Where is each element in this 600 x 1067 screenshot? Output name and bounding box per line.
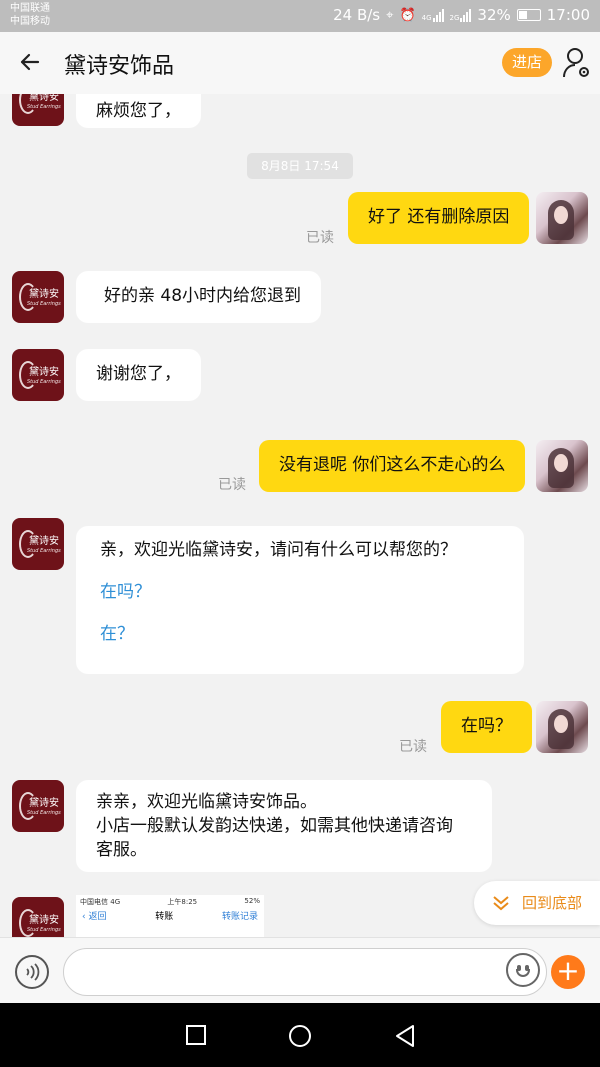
system-nav-bar xyxy=(0,1003,600,1067)
message-text: 好了 还有删除原因 xyxy=(368,207,510,227)
shop-avatar[interactable]: 黛诗安 Stud Earrings xyxy=(12,897,64,937)
alarm-icon: ⏰ xyxy=(399,7,416,23)
message-line: 客服。 xyxy=(96,840,147,860)
carrier-2: 中国移动 xyxy=(10,16,50,27)
shop-avatar[interactable]: 黛诗安 Stud Earrings xyxy=(12,518,64,570)
preview-records: 转账记录 xyxy=(221,912,258,922)
shop-avatar-name: 黛诗安 xyxy=(29,367,59,378)
enter-shop-button[interactable]: 进店 xyxy=(502,48,552,77)
user-settings-icon[interactable] xyxy=(562,46,592,80)
scroll-to-bottom-label: 回到底部 xyxy=(522,894,583,912)
shop-avatar-name: 黛诗安 xyxy=(29,94,59,103)
shop-avatar[interactable]: 黛诗安 Stud Earrings xyxy=(12,349,64,401)
status-bar: 中国联通 中国移动 24 B/s ⌖ ⏰ 4G 2G 32% 17:00 xyxy=(0,0,600,32)
shop-message[interactable]: 麻烦您了， xyxy=(76,94,201,128)
home-icon[interactable] xyxy=(289,1025,311,1047)
preview-carrier: 中国电信 4G xyxy=(80,898,121,906)
shop-welcome-card: 亲，欢迎光临黛诗安，请问有什么可以帮您的？ 在吗？ 在？ xyxy=(76,526,524,674)
carrier-1: 中国联通 xyxy=(10,3,50,14)
read-receipt: 已读 xyxy=(218,477,246,493)
shop-avatar-name: 黛诗安 xyxy=(29,536,59,547)
shop-avatar-subtitle: Stud Earrings xyxy=(27,548,61,554)
net-type-1: 4G xyxy=(421,14,432,22)
plus-more-icon[interactable]: + xyxy=(551,955,585,989)
message-input[interactable] xyxy=(63,948,547,996)
shop-avatar[interactable]: 黛诗安 Stud Earrings xyxy=(12,780,64,832)
page-title: 黛诗安饰品 xyxy=(64,54,175,79)
shop-avatar-name: 黛诗安 xyxy=(29,289,59,300)
shop-avatar-name: 黛诗安 xyxy=(29,915,59,926)
back-arrow-icon[interactable] xyxy=(14,46,46,78)
time-chip: 8月8日 17:54 xyxy=(247,153,353,179)
user-avatar[interactable] xyxy=(536,440,588,492)
back-triangle-icon[interactable] xyxy=(394,1024,416,1052)
voice-input-icon[interactable] xyxy=(15,955,49,989)
quick-question-link[interactable]: 在吗？ xyxy=(100,580,500,604)
shop-message[interactable]: 好的亲 48小时内给您退到 xyxy=(76,271,322,323)
status-icons: 24 B/s ⌖ ⏰ 4G 2G 32% 17:00 xyxy=(333,6,590,24)
shop-avatar-subtitle: Stud Earrings xyxy=(27,379,61,385)
shop-avatar[interactable]: 黛诗安 Stud Earrings xyxy=(12,271,64,323)
my-message[interactable]: 没有退呢 你们这么不走心的么 xyxy=(259,440,526,492)
preview-battery: 52% xyxy=(244,897,260,905)
double-chevron-down-icon xyxy=(492,895,510,914)
message-text: 在吗？ xyxy=(461,716,512,736)
preview-nav: ‹ 返回 转账 转账记录 xyxy=(76,905,264,926)
read-receipt: 已读 xyxy=(399,739,427,755)
location-icon: ⌖ xyxy=(386,7,394,23)
message-text: 没有退呢 你们这么不走心的么 xyxy=(279,455,506,475)
preview-status-bar: 中国电信 4G 上午8:25 52% xyxy=(76,895,264,906)
shop-message[interactable]: 亲亲，欢迎光临黛诗安饰品。 小店一般默认发韵达快递，如需其他快递请咨询 客服。 xyxy=(76,780,492,872)
recents-icon[interactable] xyxy=(186,1025,206,1045)
preview-title: 转账 xyxy=(155,912,174,922)
shop-avatar-subtitle: Stud Earrings xyxy=(27,104,61,110)
shop-avatar-subtitle: Stud Earrings xyxy=(27,301,61,307)
input-bar: + xyxy=(0,937,600,1003)
message-text: 麻烦您了， xyxy=(96,101,181,121)
battery-icon xyxy=(516,9,541,21)
image-message[interactable]: 中国电信 4G 上午8:25 52% ‹ 返回 转账 转账记录 xyxy=(76,895,264,937)
message-text: 好的亲 48小时内给您退到 xyxy=(104,286,302,306)
welcome-text: 亲，欢迎光临黛诗安，请问有什么可以帮您的？ xyxy=(100,540,457,560)
chat-header: 黛诗安饰品 进店 xyxy=(0,32,600,94)
message-text: 谢谢您了， xyxy=(96,364,181,384)
signal-icon-2: 2G xyxy=(450,8,472,22)
preview-time: 上午8:25 xyxy=(167,898,198,906)
net-type-2: 2G xyxy=(449,14,460,22)
shop-message[interactable]: 谢谢您了， xyxy=(76,349,201,401)
shop-avatar[interactable]: 黛诗安 Stud Earrings xyxy=(12,94,64,126)
quick-question-link[interactable]: 在？ xyxy=(100,622,500,646)
shop-avatar-subtitle: Stud Earrings xyxy=(27,810,61,816)
shop-avatar-subtitle: Stud Earrings xyxy=(27,927,61,933)
user-avatar[interactable] xyxy=(536,701,588,753)
shop-avatar-name: 黛诗安 xyxy=(29,798,59,809)
emoji-icon[interactable] xyxy=(506,953,540,987)
user-avatar[interactable] xyxy=(536,192,588,244)
scroll-to-bottom-button[interactable]: 回到底部 xyxy=(474,881,600,925)
message-line: 亲亲，欢迎光临黛诗安饰品。 xyxy=(96,792,317,812)
battery-percent: 32% xyxy=(477,6,511,24)
message-line: 小店一般默认发韵达快递，如需其他快递请咨询 xyxy=(96,816,453,836)
signal-icon-1: 4G xyxy=(422,8,444,22)
my-message[interactable]: 好了 还有删除原因 xyxy=(348,192,530,244)
preview-back: ‹ 返回 xyxy=(82,912,107,922)
network-speed: 24 B/s xyxy=(333,6,381,24)
clock: 17:00 xyxy=(546,6,590,24)
my-message[interactable]: 在吗？ xyxy=(441,701,532,753)
chat-area[interactable]: 黛诗安 Stud Earrings 麻烦您了， 8月8日 17:54 已读 好了… xyxy=(0,94,600,937)
read-receipt: 已读 xyxy=(306,230,334,246)
